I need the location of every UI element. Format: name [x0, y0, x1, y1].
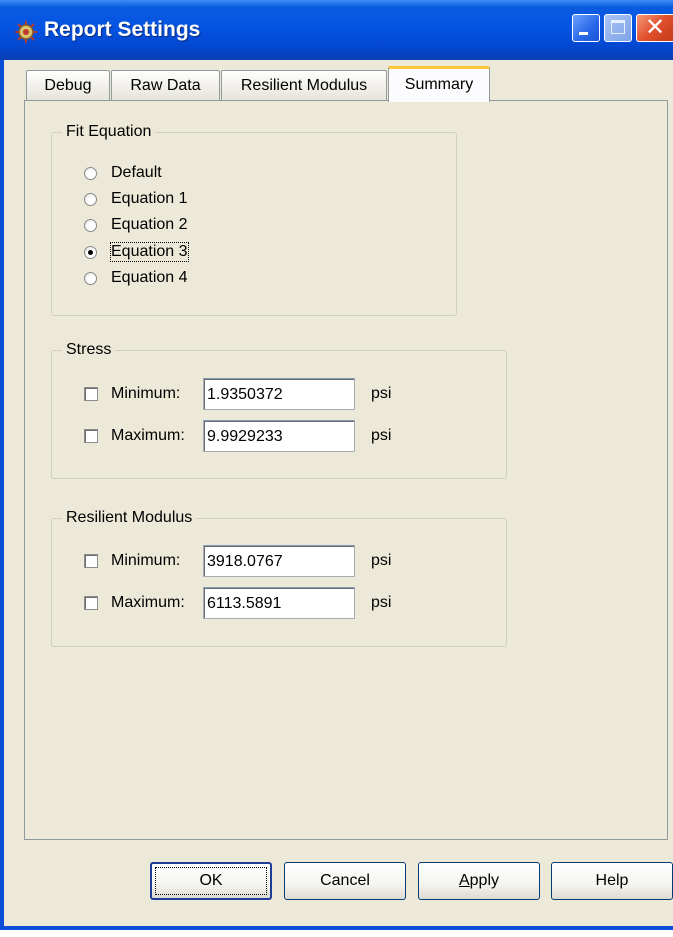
fit-equation-group: Fit Equation Default Equation 1 Equation… — [51, 122, 457, 316]
fit-equation-legend: Fit Equation — [62, 122, 156, 142]
close-icon: ✕ — [645, 14, 666, 41]
window-title: Report Settings — [44, 18, 201, 41]
tab-debug[interactable]: Debug — [26, 70, 110, 100]
stress-minimum-row: Minimum: 1.9350372 psi — [84, 378, 391, 410]
title-bar[interactable]: Report Settings ✕ — [0, 0, 673, 60]
close-button[interactable]: ✕ — [636, 14, 673, 42]
radio-default[interactable]: Default — [84, 162, 162, 184]
resilient-minimum-label: Minimum: — [111, 552, 181, 569]
radio-button[interactable] — [84, 271, 97, 285]
resilient-minimum-checkbox[interactable] — [84, 554, 98, 568]
resilient-maximum-row: Maximum: 6113.5891 psi — [84, 587, 391, 619]
tab-raw-data[interactable]: Raw Data — [111, 70, 220, 100]
radio-equation-1[interactable]: Equation 1 — [84, 188, 188, 210]
radio-label-equation-3: Equation 3 — [110, 242, 189, 262]
resilient-modulus-group: Resilient Modulus Minimum: 3918.0767 psi… — [51, 508, 507, 647]
stress-legend: Stress — [62, 340, 116, 360]
stress-maximum-row: Maximum: 9.9929233 psi — [84, 420, 391, 452]
apply-label-rest: pply — [469, 872, 500, 889]
radio-label-default: Default — [111, 164, 162, 181]
radio-button[interactable] — [84, 166, 97, 180]
summary-tab-panel: Fit Equation Default Equation 1 Equation… — [24, 100, 668, 840]
resilient-maximum-unit: psi — [371, 594, 392, 611]
resilient-maximum-checkbox[interactable] — [84, 596, 98, 610]
resilient-maximum-label: Maximum: — [111, 594, 185, 611]
radio-equation-2[interactable]: Equation 2 — [84, 214, 188, 236]
resilient-minimum-row: Minimum: 3918.0767 psi — [84, 545, 391, 577]
app-settings-icon — [15, 21, 37, 43]
tab-resilient-modulus[interactable]: Resilient Modulus — [221, 70, 387, 100]
radio-button[interactable] — [84, 192, 97, 206]
stress-group: Stress Minimum: 1.9350372 psi Maximum: 9… — [51, 340, 507, 479]
resilient-modulus-legend: Resilient Modulus — [62, 508, 197, 528]
radio-label-equation-2: Equation 2 — [111, 216, 188, 233]
radio-button-selected[interactable] — [84, 245, 97, 259]
stress-minimum-unit: psi — [371, 385, 392, 402]
tab-summary[interactable]: Summary — [388, 66, 490, 102]
radio-label-equation-1: Equation 1 — [111, 190, 188, 207]
stress-minimum-checkbox[interactable] — [84, 387, 98, 401]
resilient-minimum-input[interactable]: 3918.0767 — [203, 545, 355, 577]
report-settings-dialog: Report Settings ✕ Debug Raw Data Resilie… — [0, 0, 673, 930]
stress-maximum-checkbox[interactable] — [84, 429, 98, 443]
cancel-button[interactable]: Cancel — [284, 862, 406, 900]
resilient-minimum-unit: psi — [371, 552, 392, 569]
radio-label-equation-4: Equation 4 — [111, 269, 188, 286]
maximize-icon — [611, 20, 625, 34]
radio-equation-3[interactable]: Equation 3 — [84, 241, 189, 263]
stress-minimum-input[interactable]: 1.9350372 — [203, 378, 355, 410]
apply-accelerator: A — [458, 872, 470, 889]
resilient-maximum-input[interactable]: 6113.5891 — [203, 587, 355, 619]
stress-maximum-input[interactable]: 9.9929233 — [203, 420, 355, 452]
radio-equation-4[interactable]: Equation 4 — [84, 267, 188, 289]
stress-maximum-label: Maximum: — [111, 427, 185, 444]
ok-button[interactable]: OK — [150, 862, 272, 900]
apply-button[interactable]: Apply — [418, 862, 540, 900]
help-button[interactable]: Help — [551, 862, 673, 900]
maximize-button[interactable] — [604, 14, 632, 42]
minimize-icon — [579, 32, 588, 35]
stress-maximum-unit: psi — [371, 427, 392, 444]
radio-button[interactable] — [84, 218, 97, 232]
stress-minimum-label: Minimum: — [111, 385, 181, 402]
minimize-button[interactable] — [572, 14, 600, 42]
